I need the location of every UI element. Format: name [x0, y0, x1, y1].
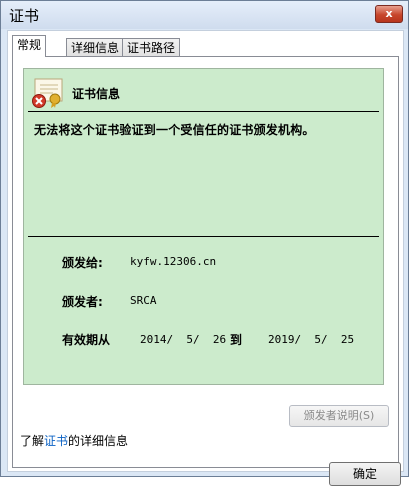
certificate-info-heading: 证书信息 — [72, 87, 121, 101]
issued-to-label: 颁发给: — [62, 256, 103, 270]
certificate-link[interactable]: 证书 — [44, 434, 68, 448]
title-bar[interactable]: 证书 x — [1, 1, 408, 29]
validity-label: 有效期从 — [62, 333, 111, 347]
learn-more-text: 了解证书的详细信息 — [20, 432, 128, 449]
validity-to-label: 到 — [230, 333, 243, 347]
trust-warning-text: 无法将这个证书验证到一个受信任的证书颁发机构。 — [34, 123, 315, 137]
tab-details[interactable]: 详细信息 — [66, 38, 125, 57]
window-title: 证书 — [9, 7, 40, 25]
issued-to-value: kyfw.12306.cn — [130, 255, 217, 268]
general-tab-panel: 证书信息 无法将这个证书验证到一个受信任的证书颁发机构。 颁发给: kyfw.1… — [12, 56, 401, 486]
certificate-info-panel: 证书信息 无法将这个证书验证到一个受信任的证书颁发机构。 颁发给: kyfw.1… — [23, 68, 384, 385]
certificate-error-icon — [32, 78, 63, 108]
close-button[interactable]: x — [375, 5, 403, 23]
ok-button[interactable]: 确定 — [329, 462, 401, 486]
close-icon: x — [385, 7, 393, 20]
tab-certification-path[interactable]: 证书路径 — [122, 38, 181, 57]
issued-by-label: 颁发者: — [62, 295, 103, 309]
learn-more-suffix: 的详细信息 — [68, 434, 129, 448]
tab-general[interactable]: 常规 — [12, 35, 47, 57]
certificate-dialog: 证书 x 常规 详细信息 证书路径 证书信息 无法将这个证书验证到一个受信任的证… — [0, 0, 409, 486]
divider — [28, 111, 379, 112]
learn-more-prefix: 了解 — [20, 434, 45, 448]
issued-by-value: SRCA — [130, 294, 157, 307]
valid-from-value: 2014/ 5/ 26 — [140, 333, 227, 346]
divider — [28, 236, 379, 237]
valid-to-value: 2019/ 5/ 25 — [268, 333, 355, 346]
dialog-client-area: 常规 详细信息 证书路径 证书信息 无法将这个证书验证到一个受信任的证书颁发机构… — [7, 30, 404, 486]
issuer-statement-button[interactable]: 颁发者说明(S) — [289, 405, 389, 427]
